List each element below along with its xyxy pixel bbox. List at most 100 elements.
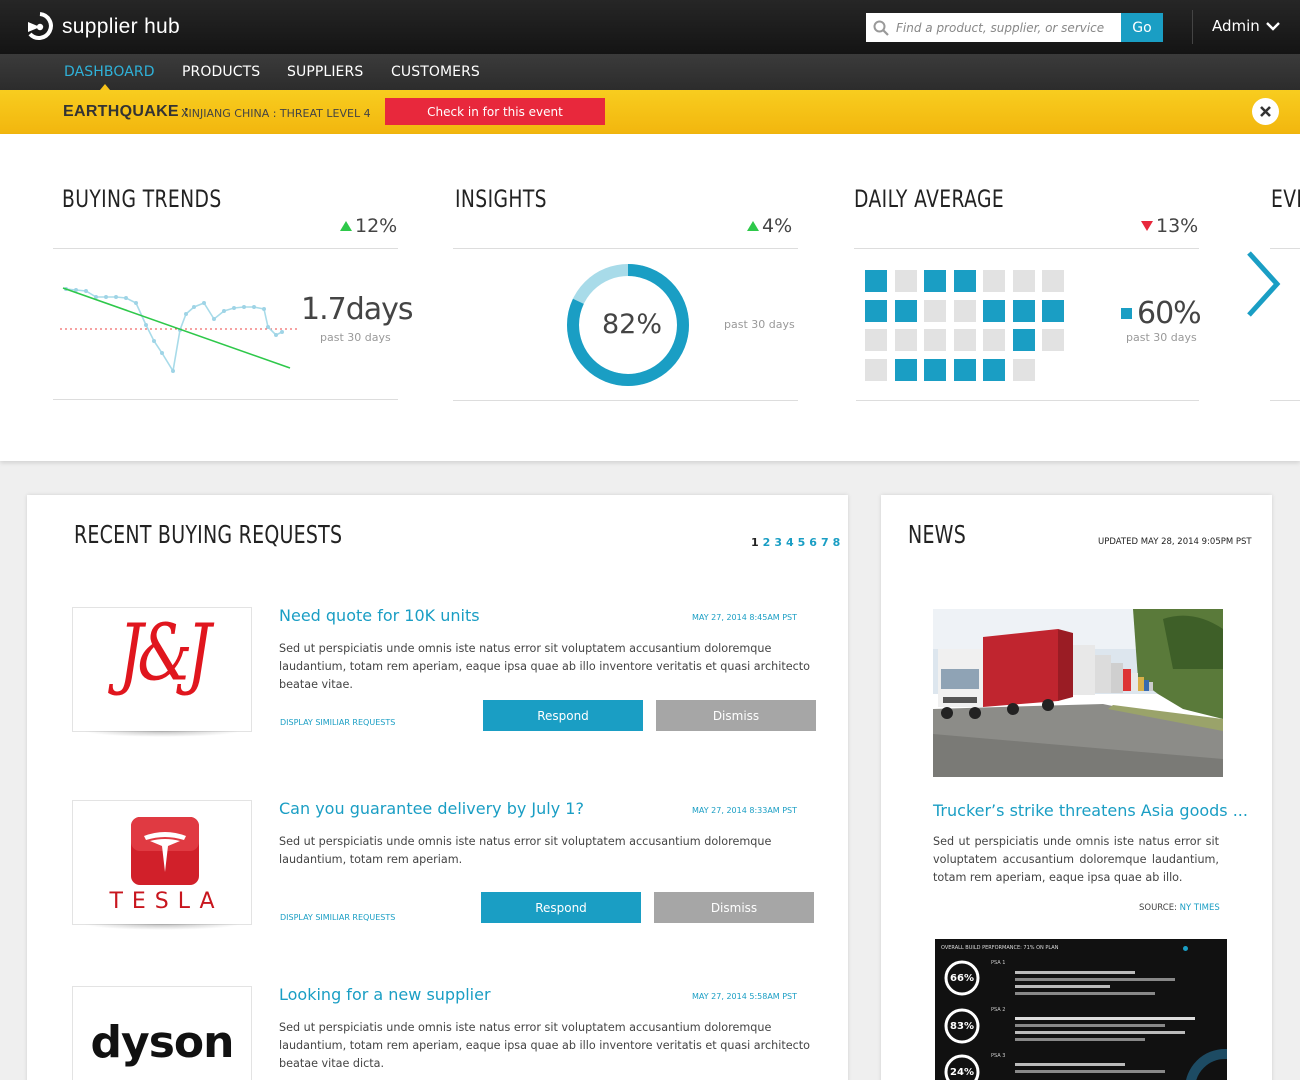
grid-cell [924, 270, 946, 292]
nav-products[interactable]: PRODUCTS [182, 64, 260, 80]
request-body: Sed ut perspiciatis unde omnis iste natu… [279, 1021, 811, 1070]
insights-change: 4% [747, 215, 792, 237]
news-image[interactable] [933, 609, 1223, 777]
dashboard-section-label: PSA 2 [991, 1007, 1006, 1013]
news-dashboard-image[interactable]: OVERALL BUILD PERFORMANCE: 71% ON PLAN 6… [935, 939, 1227, 1080]
news-source-name[interactable]: NY TIMES [1180, 903, 1220, 913]
dashboard-ring: 83% [944, 1008, 980, 1044]
search-input[interactable] [896, 20, 1116, 35]
divider [53, 248, 398, 249]
search-go-button[interactable]: Go [1121, 13, 1163, 42]
news-headline[interactable]: Trucker’s strike threatens Asia goods ..… [933, 801, 1248, 820]
buying-trends-change: 12% [340, 215, 397, 237]
alert-detail: XINJIANG CHINA : THREAT LEVEL 4 [181, 107, 371, 120]
top-divider [1192, 10, 1193, 44]
display-similar-link[interactable]: DISPLAY SIMILIAR REQUESTS [280, 913, 395, 922]
grid-cell [924, 329, 946, 351]
request-title[interactable]: Need quote for 10K units [279, 606, 480, 625]
logo-icon [28, 12, 53, 40]
admin-menu[interactable]: Admin [1212, 17, 1280, 35]
dismiss-button[interactable]: Dismiss [656, 700, 816, 731]
divider [453, 248, 798, 249]
grid-cell [953, 299, 976, 322]
buying-trends-unit: days [345, 292, 414, 327]
grid-cell [953, 358, 976, 381]
grid-cell [983, 299, 1005, 322]
insights-note: past 30 days [724, 318, 795, 331]
chevron-right-icon[interactable] [1244, 249, 1284, 319]
daily-average-change-value: 13% [1156, 215, 1199, 237]
page-3[interactable]: 3 [774, 536, 782, 549]
page-8[interactable]: 8 [833, 536, 841, 549]
page-1[interactable]: 1 [751, 536, 759, 549]
dashboard-ring-label: 24% [950, 1067, 974, 1078]
respond-button[interactable]: Respond [481, 892, 641, 923]
alert-banner: EARTHQUAKE : XINJIANG CHINA : THREAT LEV… [0, 90, 1300, 134]
page-6[interactable]: 6 [809, 536, 817, 549]
daily-average-grid [865, 270, 1075, 381]
next-stat-title: EVE [1271, 185, 1300, 213]
dashboard-ring: 24% [944, 1054, 980, 1080]
grid-cell [1012, 299, 1035, 322]
alert-title: EARTHQUAKE : [63, 103, 190, 120]
search-icon [866, 13, 896, 42]
requests-card: RECENT BUYING REQUESTS 1 2 3 4 5 6 7 8 J… [27, 495, 848, 1080]
search-box [866, 13, 1121, 42]
legend-square [1121, 308, 1132, 319]
news-card: NEWS UPDATED MAY 28, 2014 9:05PM PST Tru… [881, 495, 1272, 1080]
grid-cell [894, 358, 917, 381]
nav-customers[interactable]: CUSTOMERS [391, 64, 480, 80]
grid-cell [1042, 299, 1064, 322]
daily-average-number: 60% [1137, 296, 1202, 331]
divider [453, 400, 798, 401]
dashboard-bars [1015, 1059, 1205, 1077]
jnj-logo: J&J [72, 606, 252, 737]
dashboard-ring-label: 66% [950, 973, 974, 984]
grid-cell [865, 358, 887, 381]
grid-cell [1012, 358, 1035, 381]
news-source: SOURCE: NY TIMES [1139, 903, 1220, 913]
jnj-logo-text: J&J [118, 606, 212, 699]
check-in-button[interactable]: Check in for this event [385, 98, 605, 125]
dashboard-section-label: PSA 3 [991, 1053, 1006, 1059]
request-body: Sed ut perspiciatis unde omnis iste natu… [279, 835, 772, 866]
grid-cell [894, 299, 917, 322]
daily-average-value: 60% [1121, 296, 1202, 331]
respond-button[interactable]: Respond [483, 700, 643, 731]
news-updated: UPDATED MAY 28, 2014 9:05PM PST [1098, 537, 1252, 547]
buying-trends-title: BUYING TRENDS [62, 185, 222, 213]
trend-up-icon [340, 221, 352, 231]
buying-trends-value: 1.7days [301, 292, 414, 327]
page-2[interactable]: 2 [763, 536, 771, 549]
chevron-down-icon [1265, 22, 1280, 31]
display-similar-link[interactable]: DISPLAY SIMILIAR REQUESTS [280, 718, 395, 727]
request-title[interactable]: Looking for a new supplier [279, 985, 491, 1004]
app-logo[interactable]: supplier hub [26, 12, 180, 42]
grid-cell [924, 299, 946, 322]
page-5[interactable]: 5 [798, 536, 806, 549]
news-source-label: SOURCE: [1139, 903, 1177, 913]
insights-change-value: 4% [762, 215, 793, 237]
dyson-logo: dyson [72, 986, 252, 1080]
page-7[interactable]: 7 [821, 536, 829, 549]
buying-trends-note: past 30 days [320, 331, 391, 344]
dyson-wordmark: dyson [90, 1017, 235, 1068]
close-icon[interactable] [1252, 98, 1279, 125]
request-date: MAY 27, 2014 5:58AM PST [692, 992, 798, 1001]
divider [53, 399, 398, 400]
grid-cell [894, 270, 917, 292]
nav-dashboard[interactable]: DASHBOARD [64, 64, 155, 80]
request-date: MAY 27, 2014 8:45AM PST [692, 613, 798, 622]
nav-suppliers[interactable]: SUPPLIERS [287, 64, 363, 80]
requests-title: RECENT BUYING REQUESTS [74, 520, 343, 549]
dismiss-button[interactable]: Dismiss [654, 892, 814, 923]
grid-cell [1042, 270, 1064, 292]
request-title[interactable]: Can you guarantee delivery by July 1? [279, 799, 584, 818]
buying-trends-number: 1.7 [301, 292, 347, 327]
stats-panel: BUYING TRENDS 12% 1.7days past 30 days I… [0, 134, 1300, 461]
grid-cell [865, 299, 887, 322]
divider [854, 248, 1199, 249]
grid-cell [953, 270, 976, 292]
grid-cell [1012, 329, 1035, 351]
page-4[interactable]: 4 [786, 536, 794, 549]
